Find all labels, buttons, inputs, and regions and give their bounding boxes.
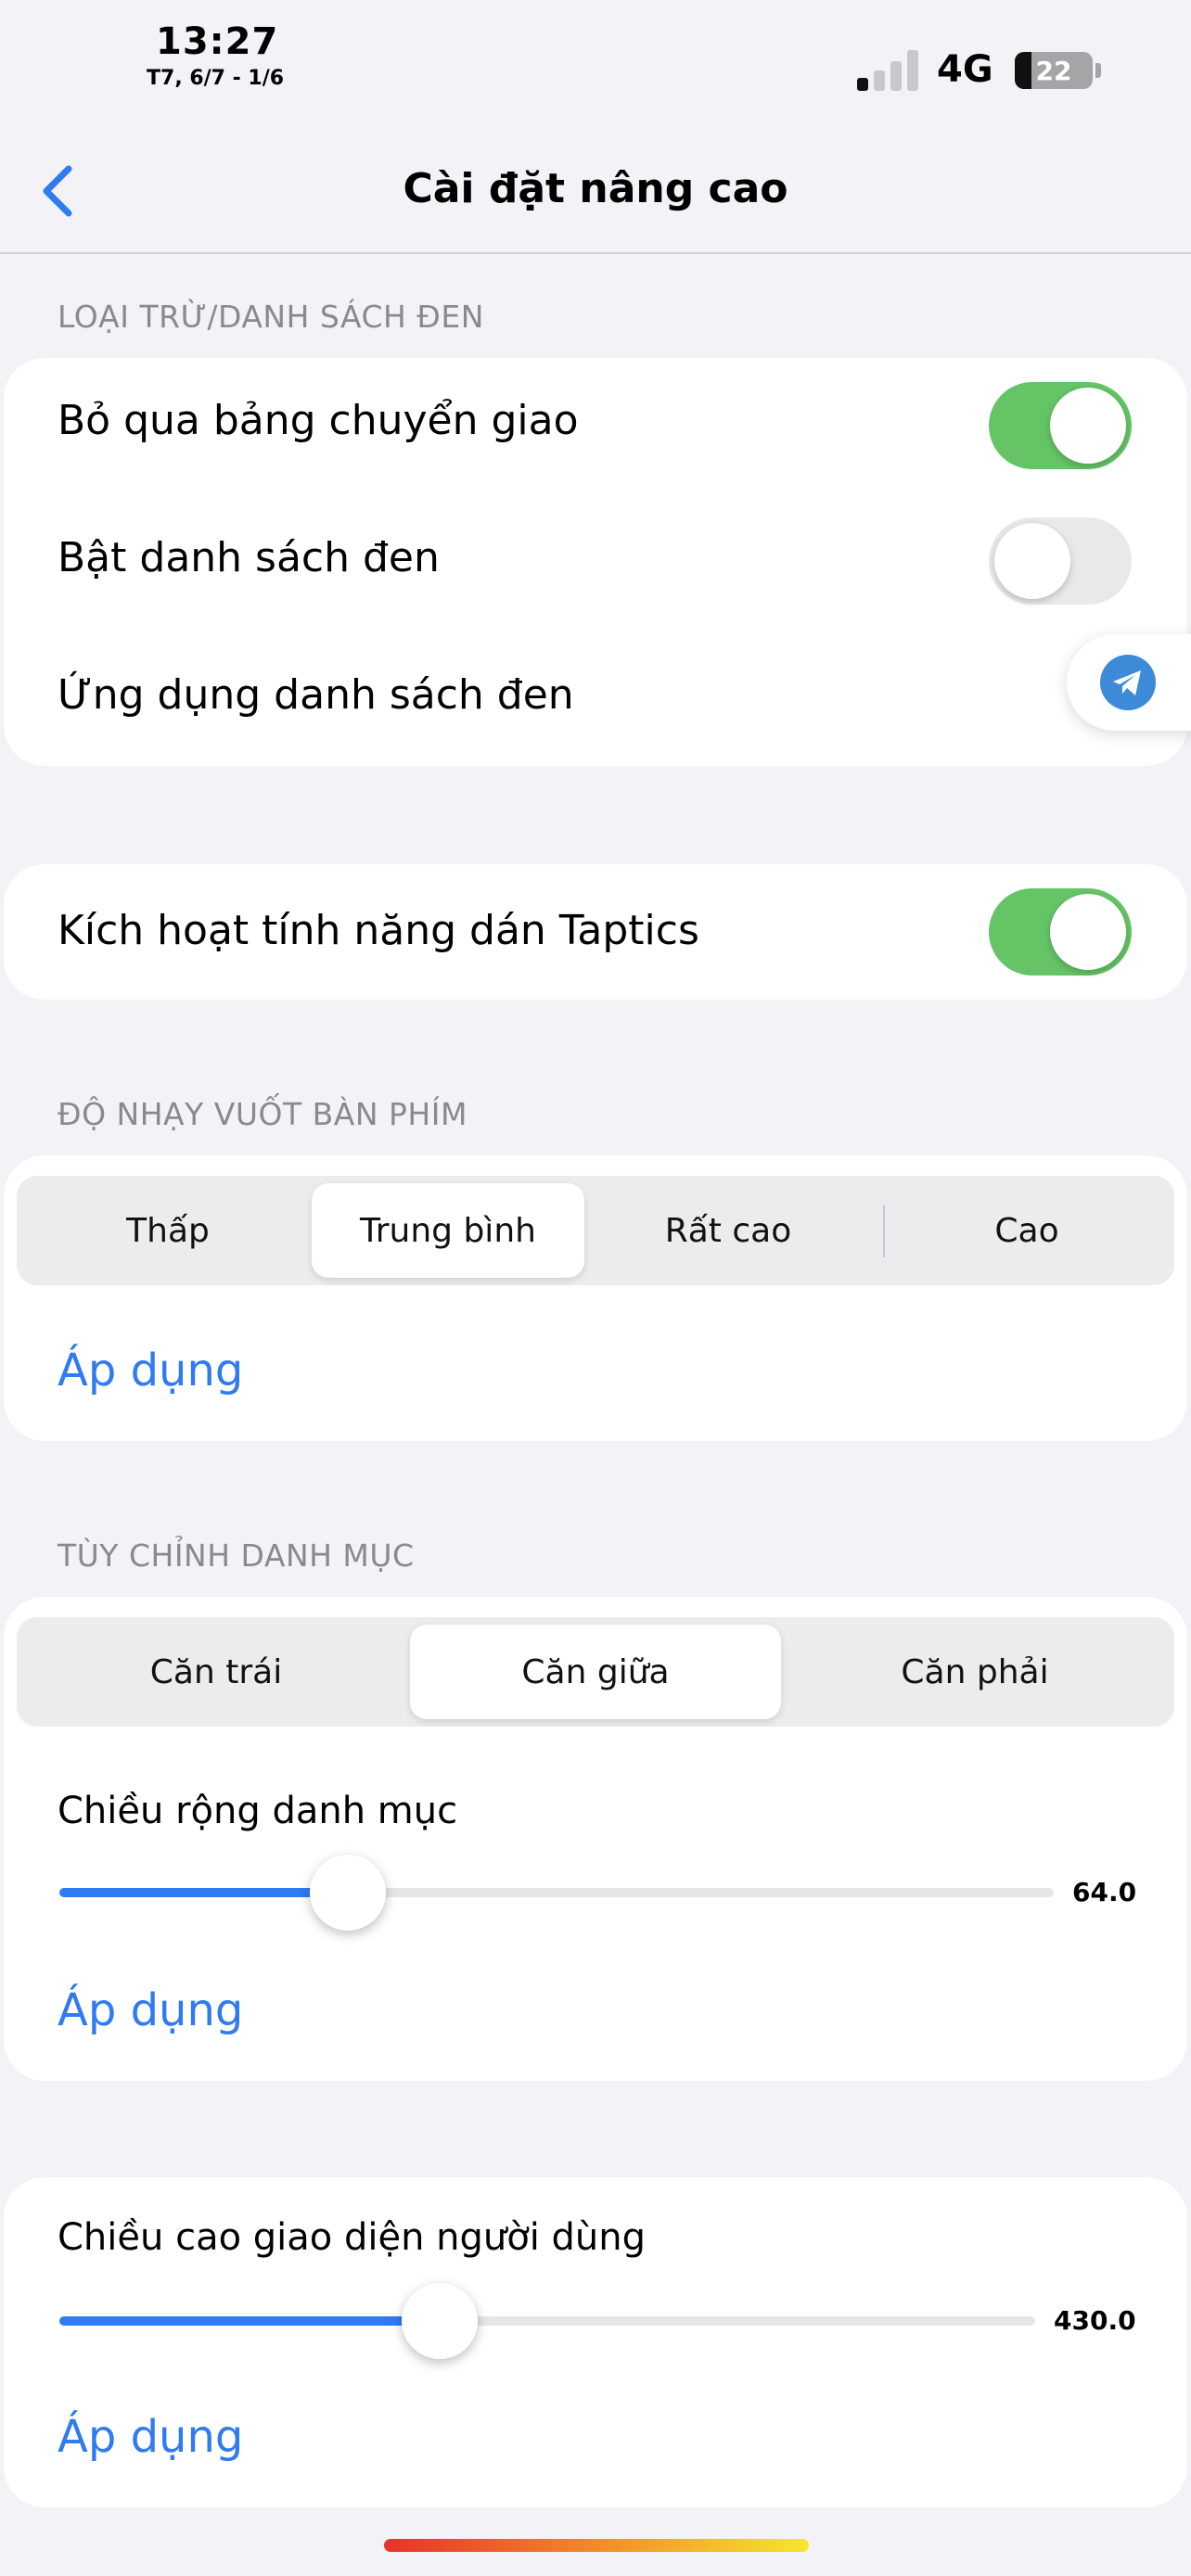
telegram-float-button[interactable] (1067, 634, 1191, 731)
category-align-segmented: Căn trái Căn giữa Căn phải (17, 1617, 1174, 1727)
apply-swipe-sensitivity-button[interactable]: Áp dụng (58, 1345, 243, 1396)
ui-height-value: 430.0 (1054, 2305, 1136, 2336)
swipe-sensitivity-segmented: Thấp Trung bình Rất cao Cao (17, 1176, 1174, 1285)
network-type: 4G (937, 48, 993, 91)
nav-divider (0, 252, 1191, 254)
category-width-label: Chiều rộng danh mục (58, 1790, 458, 1832)
telegram-icon (1100, 655, 1156, 710)
enable-blacklist-toggle[interactable] (989, 517, 1132, 605)
section-header-blacklist: LOẠI TRỪ/DANH SÁCH ĐEN (58, 299, 484, 335)
skip-handoff-label: Bỏ qua bảng chuyển giao (58, 397, 579, 444)
seg-option-align-left[interactable]: Căn trái (24, 1625, 408, 1719)
section-header-category: TÙY CHỈNH DANH MỤC (58, 1537, 415, 1574)
category-width-track[interactable] (59, 1888, 1054, 1897)
taptics-toggle[interactable] (989, 888, 1132, 976)
seg-option-high[interactable]: Cao (887, 1183, 1167, 1278)
cellular-signal-icon (857, 50, 922, 91)
apply-category-button[interactable]: Áp dụng (58, 1984, 243, 2036)
enable-blacklist-label: Bật danh sách đen (58, 534, 440, 581)
section-header-swipe-sensitivity: ĐỘ NHẠY VUỐT BÀN PHÍM (58, 1096, 467, 1132)
home-indicator (384, 2539, 809, 2552)
seg-option-medium[interactable]: Trung bình (312, 1183, 584, 1278)
ui-height-fill (59, 2316, 441, 2326)
status-time: 13:27 (156, 20, 279, 63)
seg-option-align-center[interactable]: Căn giữa (410, 1625, 781, 1719)
category-width-fill (59, 1888, 348, 1897)
ui-height-label: Chiều cao giao diện người dùng (58, 2216, 647, 2259)
ui-height-track[interactable] (59, 2316, 1035, 2326)
seg-option-low[interactable]: Thấp (24, 1183, 312, 1278)
taptics-label: Kích hoạt tính năng dán Taptics (58, 907, 699, 954)
battery-level: 22 (1035, 55, 1072, 86)
seg-option-very-high[interactable]: Rất cao (584, 1183, 872, 1278)
category-width-thumb[interactable] (309, 1855, 386, 1931)
status-date: T7, 6/7 - 1/6 (147, 67, 285, 90)
battery-cap (1095, 63, 1101, 78)
apply-ui-height-button[interactable]: Áp dụng (58, 2411, 243, 2463)
category-width-value: 64.0 (1072, 1877, 1137, 1907)
battery-icon: 22 (1015, 52, 1093, 89)
page-title: Cài đặt nâng cao (403, 165, 788, 212)
seg-divider (883, 1205, 885, 1257)
blacklist-apps-row[interactable]: Ứng dụng danh sách đen (58, 671, 574, 719)
seg-option-align-right[interactable]: Căn phải (783, 1625, 1167, 1719)
ui-height-thumb[interactable] (402, 2283, 479, 2359)
skip-handoff-toggle[interactable] (989, 382, 1132, 469)
